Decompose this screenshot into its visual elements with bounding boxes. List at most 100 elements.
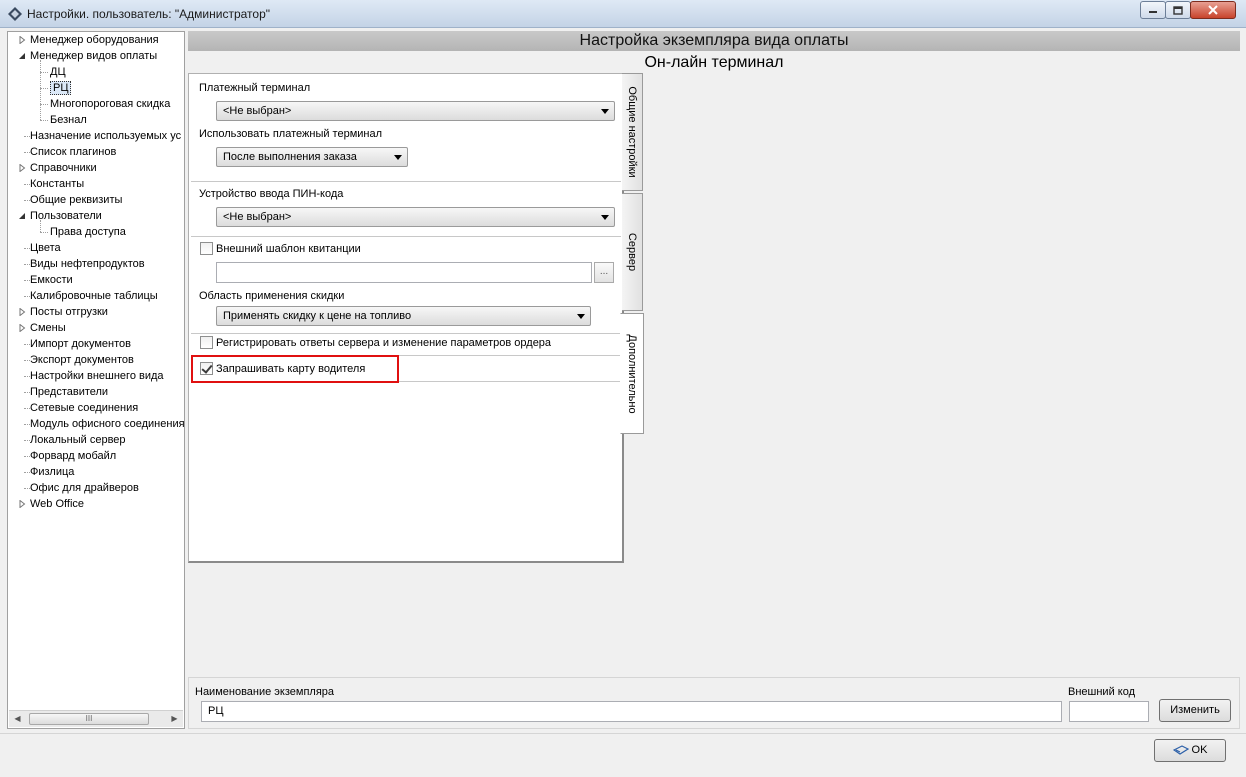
tab-server[interactable]: Сервер	[622, 193, 643, 311]
tree-item-label: Назначение используемых ус	[30, 130, 182, 142]
collapsed-arrow-icon[interactable]	[18, 500, 26, 508]
tree-item[interactable]: Общие реквизиты	[30, 192, 122, 208]
external-code-input[interactable]	[1069, 701, 1149, 722]
tree-item[interactable]: Посты отгрузки	[30, 304, 108, 320]
tree-horizontal-scrollbar[interactable]: ◀ III ▶	[9, 710, 183, 727]
receipt-template-path-input[interactable]	[216, 262, 592, 283]
tree-item[interactable]: Экспорт документов	[30, 352, 134, 368]
expanded-arrow-icon[interactable]	[18, 212, 26, 220]
collapsed-arrow-icon[interactable]	[18, 324, 26, 332]
tree-item[interactable]: Емкости	[30, 272, 73, 288]
tree-item[interactable]: Справочники	[30, 160, 97, 176]
tree-item[interactable]: Назначение используемых ус	[30, 128, 181, 144]
divider	[191, 236, 621, 237]
tree-item-label: Общие реквизиты	[30, 194, 123, 206]
discount-area-label: Область применения скидки	[199, 290, 345, 302]
page-subtitle: Он-лайн терминал	[644, 54, 784, 71]
tree-item-label: Форвард мобайл	[30, 450, 117, 462]
chevron-down-icon	[394, 155, 402, 160]
tree-item[interactable]: Цвета	[30, 240, 61, 256]
tree-item-label: ДЦ	[50, 66, 66, 78]
app-icon	[8, 7, 22, 21]
change-button[interactable]: Изменить	[1159, 699, 1231, 722]
scroll-thumb-grip: III	[85, 714, 93, 723]
tree-connector	[40, 88, 48, 89]
tree-item-label: Экспорт документов	[30, 354, 134, 366]
instance-name-input[interactable]: РЦ	[201, 701, 1062, 722]
divider	[191, 181, 621, 182]
close-button[interactable]	[1190, 1, 1236, 19]
tree-item[interactable]: Настройки внешнего вида	[30, 368, 164, 384]
tab-label: Общие настройки	[626, 86, 638, 178]
chevron-down-icon	[601, 109, 609, 114]
discount-area-value: Применять скидку к цене на топливо	[223, 310, 412, 322]
tree-item[interactable]: Представители	[30, 384, 108, 400]
scroll-thumb[interactable]: III	[29, 713, 149, 725]
tree-item[interactable]: Права доступа	[50, 224, 126, 240]
pin-device-value: <Не выбран>	[223, 211, 292, 223]
receipt-template-checkbox[interactable]	[200, 242, 213, 255]
tree-item[interactable]: Web Office	[30, 496, 84, 512]
tree-item-label: Права доступа	[50, 226, 126, 238]
tree-item[interactable]: Офис для драйверов	[30, 480, 139, 496]
external-code-label: Внешний код	[1068, 686, 1136, 698]
tree-item-label: Офис для драйверов	[30, 482, 139, 494]
tree-item[interactable]: РЦ	[50, 80, 72, 96]
tree-item[interactable]: ДЦ	[50, 64, 66, 80]
settings-tree[interactable]: Менеджер оборудования Менеджер видов опла…	[7, 31, 185, 729]
tree-item-label: Константы	[30, 178, 85, 190]
tree-connector	[40, 220, 41, 232]
instance-footer: Наименование экземпляра РЦ Внешний код И…	[188, 677, 1240, 729]
maximize-button[interactable]	[1165, 1, 1191, 19]
tree-item[interactable]: Безнал	[50, 112, 87, 128]
scroll-right-icon[interactable]: ▶	[166, 711, 183, 727]
tree-item-label: Настройки внешнего вида	[30, 370, 164, 382]
maximize-icon	[1173, 5, 1183, 15]
tree-item[interactable]: Менеджер видов оплаты	[30, 48, 157, 64]
divider	[191, 333, 621, 334]
discount-area-select[interactable]: Применять скидку к цене на топливо	[216, 306, 591, 326]
tree-item[interactable]: Смены	[30, 320, 66, 336]
tree-item[interactable]: Менеджер оборудования	[30, 32, 159, 48]
collapsed-arrow-icon[interactable]	[18, 164, 26, 172]
payment-terminal-value: <Не выбран>	[223, 105, 292, 117]
tree-item-label: Многопороговая скидка	[50, 98, 171, 110]
minimize-button[interactable]	[1140, 1, 1166, 19]
highlight-box	[191, 355, 399, 383]
scroll-left-icon[interactable]: ◀	[9, 711, 26, 727]
tree-item[interactable]: Физлица	[30, 464, 74, 480]
tree-item[interactable]: Виды нефтепродуктов	[30, 256, 145, 272]
minimize-icon	[1149, 11, 1157, 13]
register-responses-checkbox[interactable]	[200, 336, 213, 349]
tree-item[interactable]: Форвард мобайл	[30, 448, 116, 464]
tree-item[interactable]: Сетевые соединения	[30, 400, 138, 416]
pin-device-select[interactable]: <Не выбран>	[216, 207, 615, 227]
tree-item[interactable]: Список плагинов	[30, 144, 116, 160]
tab-label: Дополнительно	[626, 333, 638, 414]
ok-button[interactable]: OK	[1154, 739, 1226, 762]
tree-item-label: Смены	[30, 322, 66, 334]
tree-connector	[40, 60, 41, 120]
tree-connector	[40, 120, 48, 121]
tab-additional[interactable]: Дополнительно	[620, 313, 644, 434]
tree-item-label: Емкости	[30, 274, 73, 286]
tab-general-settings[interactable]: Общие настройки	[622, 73, 643, 191]
tab-label: Сервер	[626, 232, 638, 272]
tree-item[interactable]: Многопороговая скидка	[50, 96, 170, 112]
ok-check-icon	[1172, 745, 1189, 755]
tree-item[interactable]: Модуль офисного соединения	[30, 416, 184, 432]
tree-item[interactable]: Калибровочные таблицы	[30, 288, 158, 304]
tree-item-label: Физлица	[30, 466, 75, 478]
expanded-arrow-icon[interactable]	[18, 52, 26, 60]
browse-button[interactable]: ...	[594, 262, 614, 283]
use-terminal-select[interactable]: После выполнения заказа	[216, 147, 408, 167]
collapsed-arrow-icon[interactable]	[18, 308, 26, 316]
ok-button-label: OK	[1191, 744, 1208, 756]
payment-terminal-select[interactable]: <Не выбран>	[216, 101, 615, 121]
collapsed-arrow-icon[interactable]	[18, 36, 26, 44]
tree-item[interactable]: Импорт документов	[30, 336, 131, 352]
tree-item[interactable]: Локальный сервер	[30, 432, 126, 448]
tree-item-label: Менеджер видов оплаты	[30, 50, 158, 62]
tree-item[interactable]: Константы	[30, 176, 84, 192]
tree-connector	[40, 104, 48, 105]
